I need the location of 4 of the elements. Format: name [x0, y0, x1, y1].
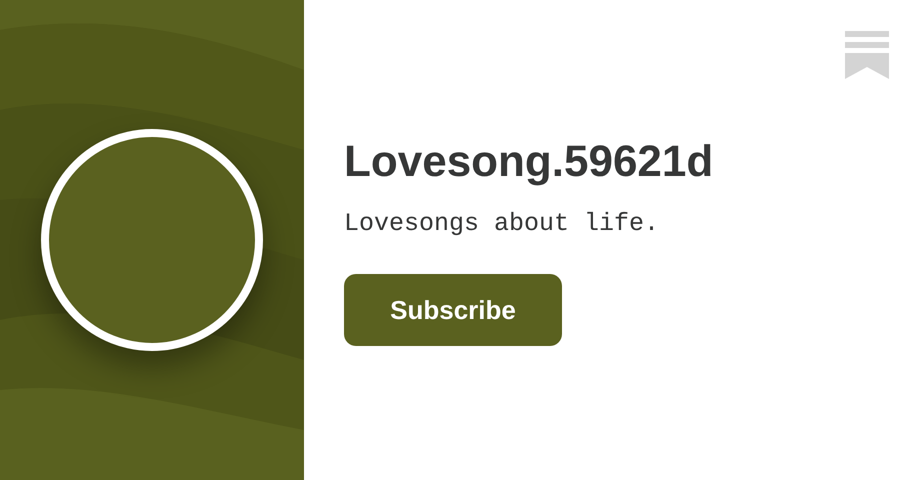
- bookmark-icon: [845, 31, 889, 79]
- publication-title: Lovesong.59621d: [344, 136, 714, 188]
- publication-tagline: Lovesongs about life.: [344, 208, 660, 240]
- subscribe-button[interactable]: Subscribe: [344, 274, 562, 346]
